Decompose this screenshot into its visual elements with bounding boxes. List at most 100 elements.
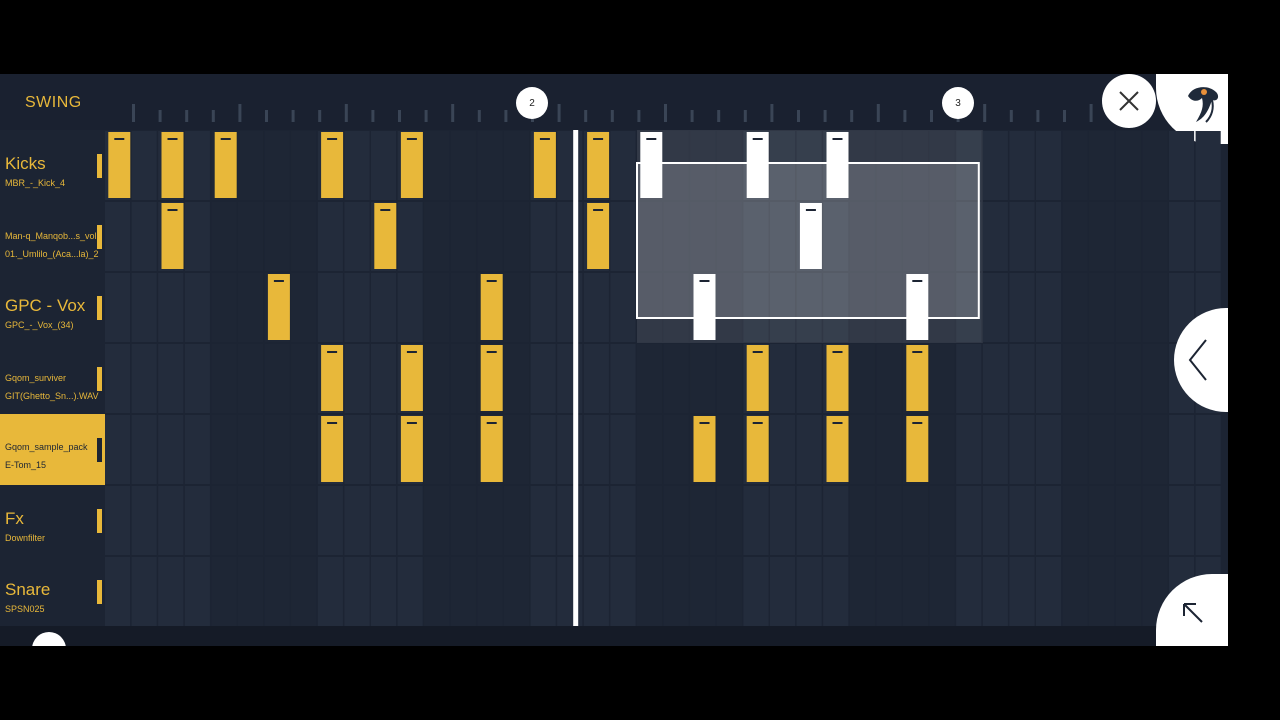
- step-cell[interactable]: [823, 486, 849, 555]
- step-cell[interactable]: [371, 131, 397, 200]
- bar-marker-3[interactable]: 3: [942, 87, 974, 119]
- step-cell[interactable]: [238, 415, 264, 484]
- step-cell[interactable]: [371, 486, 397, 555]
- step-cell[interactable]: [1009, 415, 1035, 484]
- step-cell[interactable]: [264, 486, 290, 555]
- step-cell[interactable]: [610, 202, 636, 271]
- step-cell[interactable]: [1089, 273, 1115, 342]
- step-cell[interactable]: [1142, 344, 1168, 413]
- channel-6[interactable]: Snare SPSN025: [0, 556, 105, 627]
- step-cell[interactable]: [1115, 557, 1141, 626]
- step-cell[interactable]: [956, 486, 982, 555]
- step-cell[interactable]: [903, 486, 929, 555]
- channel-mute-tab[interactable]: [97, 225, 102, 249]
- step-cell[interactable]: [663, 557, 689, 626]
- step-cell[interactable]: [956, 415, 982, 484]
- step-cell[interactable]: [1089, 202, 1115, 271]
- step-cell[interactable]: [583, 557, 609, 626]
- step-cell[interactable]: [264, 557, 290, 626]
- step-cell[interactable]: [849, 557, 875, 626]
- step-cell[interactable]: [1169, 486, 1195, 555]
- step-cell[interactable]: [1036, 131, 1062, 200]
- step-cell[interactable]: [184, 344, 210, 413]
- step-cell[interactable]: [1062, 202, 1088, 271]
- step-cell[interactable]: [424, 486, 450, 555]
- step-cell[interactable]: [291, 344, 317, 413]
- channel-4[interactable]: Gqom_sample_pack E-Tom_15: [0, 414, 105, 485]
- step-note[interactable]: [374, 203, 397, 269]
- step-note[interactable]: [533, 132, 556, 198]
- step-cell[interactable]: [344, 557, 370, 626]
- step-cell[interactable]: [1142, 131, 1168, 200]
- step-cell[interactable]: [317, 557, 343, 626]
- step-cell[interactable]: [424, 202, 450, 271]
- step-cell[interactable]: [158, 273, 184, 342]
- step-cell[interactable]: [158, 415, 184, 484]
- step-cell[interactable]: [583, 486, 609, 555]
- step-note[interactable]: [693, 274, 716, 340]
- step-cell[interactable]: [238, 486, 264, 555]
- step-cell[interactable]: [1036, 273, 1062, 342]
- step-cell[interactable]: [105, 557, 131, 626]
- step-cell[interactable]: [291, 557, 317, 626]
- step-note[interactable]: [746, 132, 769, 198]
- step-cell[interactable]: [371, 415, 397, 484]
- step-cell[interactable]: [105, 344, 131, 413]
- step-cell[interactable]: [397, 273, 423, 342]
- step-cell[interactable]: [1009, 131, 1035, 200]
- step-cell[interactable]: [663, 415, 689, 484]
- channel-mute-tab[interactable]: [97, 509, 102, 533]
- step-cell[interactable]: [211, 344, 237, 413]
- step-cell[interactable]: [1062, 344, 1088, 413]
- step-note[interactable]: [214, 132, 237, 198]
- step-cell[interactable]: [344, 131, 370, 200]
- step-cell[interactable]: [796, 486, 822, 555]
- step-cell[interactable]: [637, 486, 663, 555]
- step-cell[interactable]: [184, 202, 210, 271]
- step-cell[interactable]: [1062, 415, 1088, 484]
- step-note[interactable]: [108, 132, 131, 198]
- step-note[interactable]: [906, 274, 929, 340]
- step-cell[interactable]: [583, 273, 609, 342]
- step-note[interactable]: [321, 132, 344, 198]
- step-cell[interactable]: [982, 202, 1008, 271]
- step-note[interactable]: [480, 274, 503, 340]
- step-note[interactable]: [799, 203, 822, 269]
- step-cell[interactable]: [637, 344, 663, 413]
- step-cell[interactable]: [982, 415, 1008, 484]
- step-cell[interactable]: [716, 415, 742, 484]
- step-cell[interactable]: [1142, 202, 1168, 271]
- step-cell[interactable]: [929, 344, 955, 413]
- step-cell[interactable]: [690, 486, 716, 555]
- step-cell[interactable]: [716, 486, 742, 555]
- step-cell[interactable]: [743, 486, 769, 555]
- step-cell[interactable]: [1115, 131, 1141, 200]
- step-cell[interactable]: [1195, 202, 1221, 271]
- step-cell[interactable]: [424, 415, 450, 484]
- step-cell[interactable]: [796, 557, 822, 626]
- step-cell[interactable]: [982, 557, 1008, 626]
- step-cell[interactable]: [424, 273, 450, 342]
- step-cell[interactable]: [504, 486, 530, 555]
- step-cell[interactable]: [610, 486, 636, 555]
- step-cell[interactable]: [184, 415, 210, 484]
- step-grid[interactable]: [0, 130, 1228, 626]
- step-cell[interactable]: [504, 202, 530, 271]
- step-cell[interactable]: [796, 415, 822, 484]
- step-note[interactable]: [826, 345, 849, 411]
- step-cell[interactable]: [317, 273, 343, 342]
- step-cell[interactable]: [291, 131, 317, 200]
- step-cell[interactable]: [158, 557, 184, 626]
- step-cell[interactable]: [929, 415, 955, 484]
- step-cell[interactable]: [238, 202, 264, 271]
- step-cell[interactable]: [344, 202, 370, 271]
- step-cell[interactable]: [1115, 486, 1141, 555]
- swing-label[interactable]: SWING: [25, 94, 82, 112]
- step-cell[interactable]: [1089, 486, 1115, 555]
- step-cell[interactable]: [982, 131, 1008, 200]
- step-cell[interactable]: [477, 486, 503, 555]
- playhead[interactable]: [573, 130, 579, 626]
- step-cell[interactable]: [663, 344, 689, 413]
- step-note[interactable]: [826, 416, 849, 482]
- step-cell[interactable]: [876, 486, 902, 555]
